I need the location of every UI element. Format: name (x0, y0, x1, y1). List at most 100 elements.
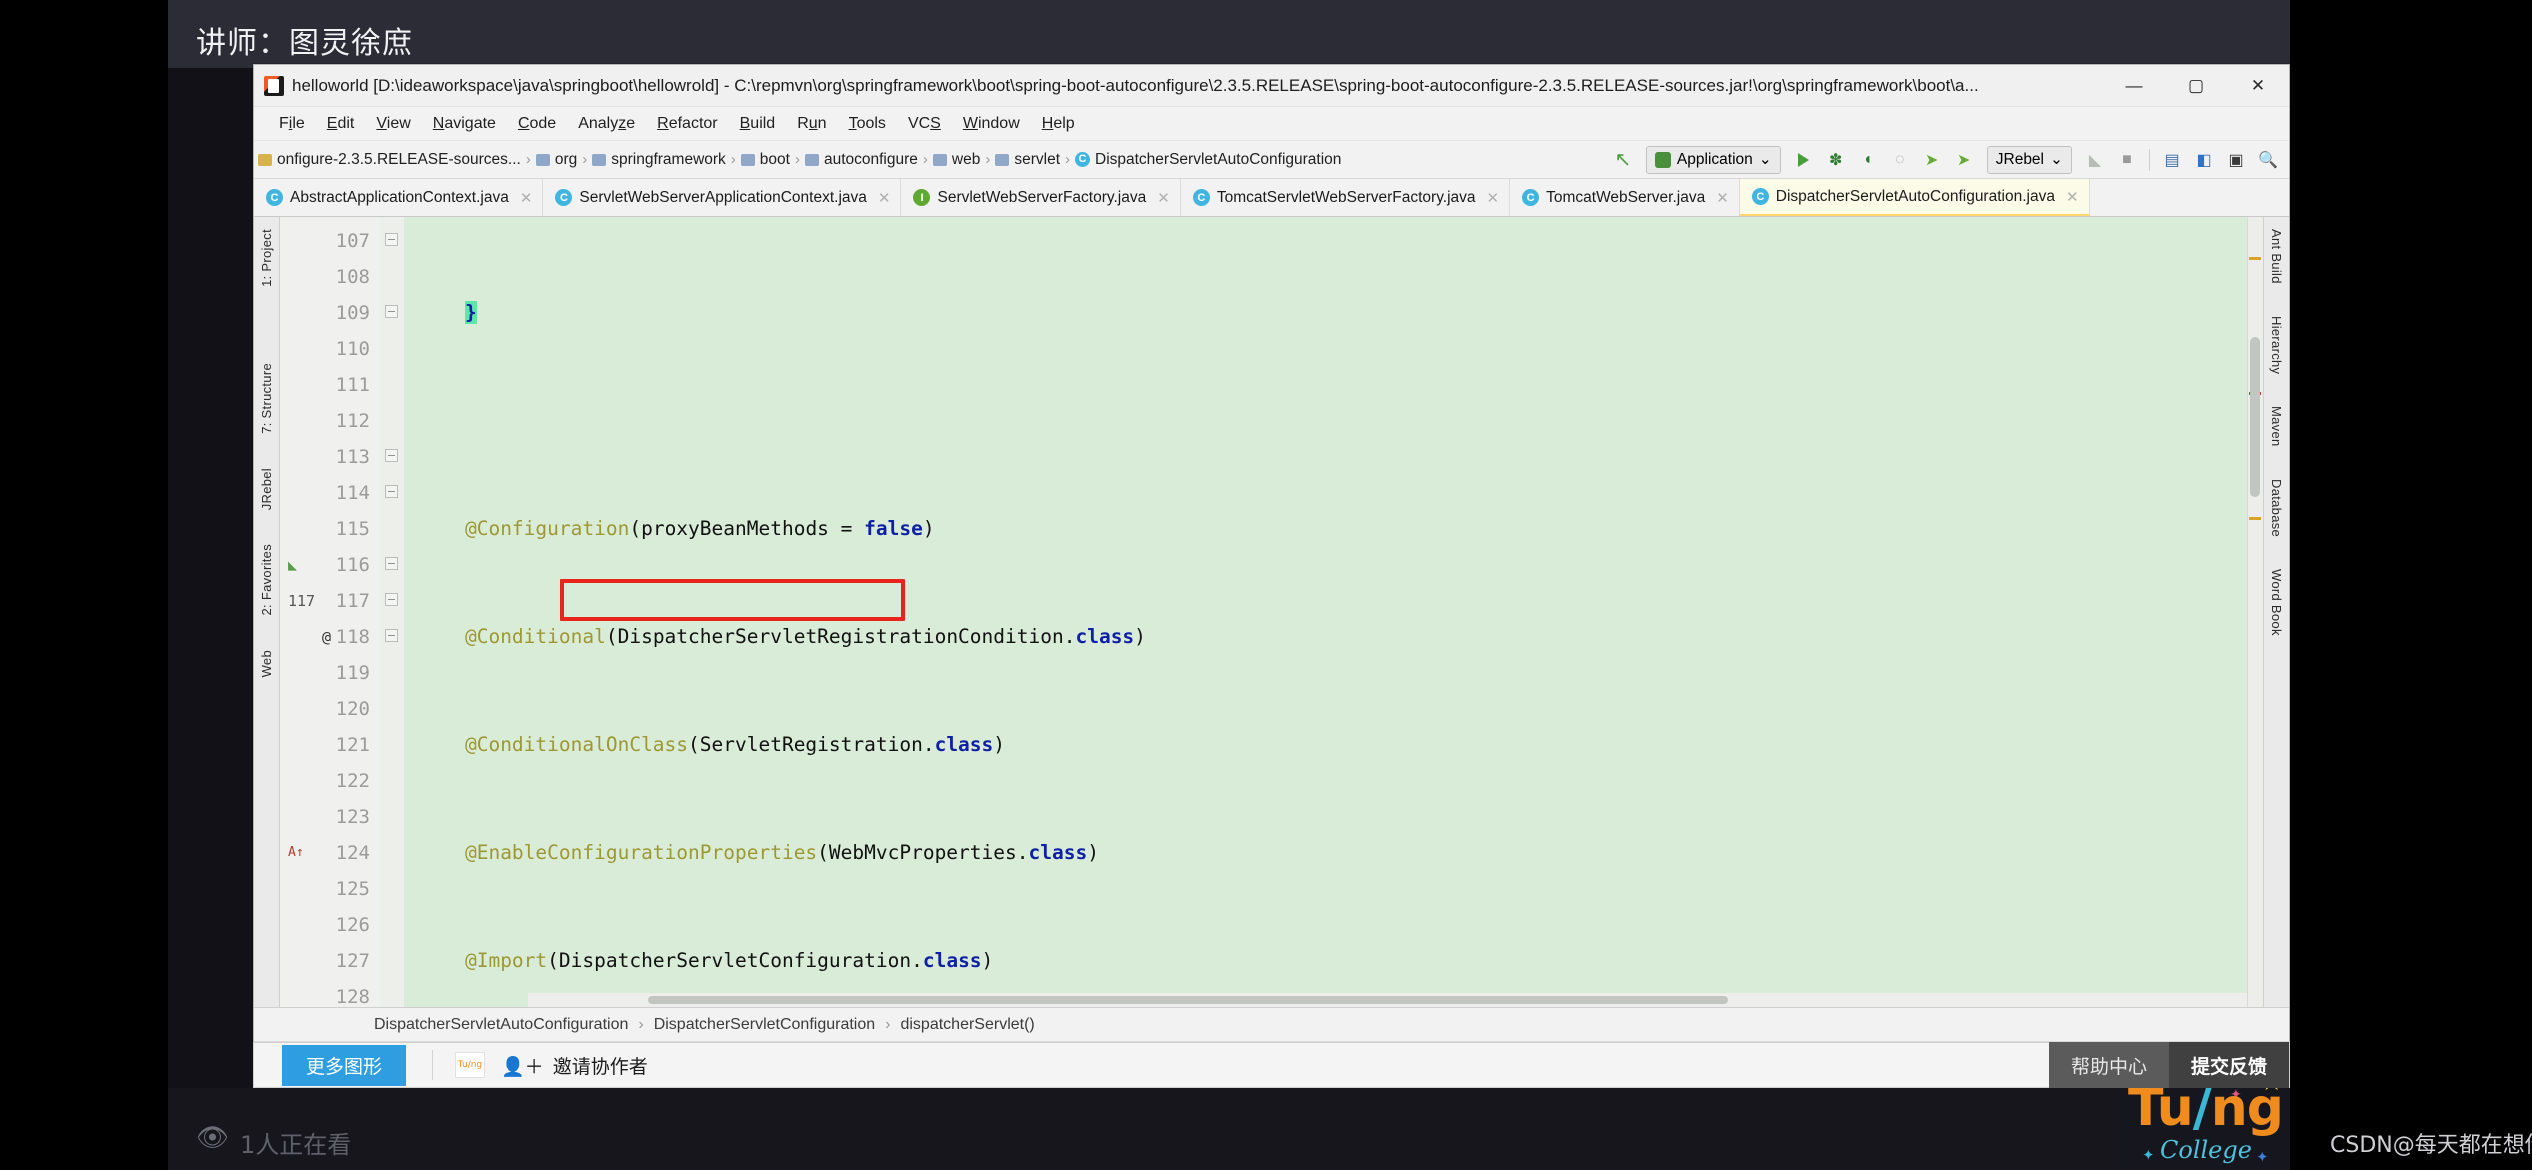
status-breadcrumb-item-class[interactable]: DispatcherServletAutoConfiguration (374, 1016, 628, 1034)
status-breadcrumb-item-inner-class[interactable]: DispatcherServletConfiguration (654, 1016, 875, 1034)
eye-icon: 👁 (196, 1122, 230, 1152)
horizontal-scrollbar-thumb[interactable] (648, 996, 1728, 1004)
sidebar-item-jrebel[interactable]: JRebel (259, 460, 274, 518)
viewer-count-label: 1人正在看 (240, 1131, 352, 1159)
breadcrumb-item-boot[interactable]: boot (740, 151, 790, 169)
stop-button[interactable]: ■ (2112, 146, 2142, 174)
sidebar-item-web[interactable]: Web (259, 642, 274, 685)
line-number: 127 (335, 950, 370, 972)
invite-collaborator-button[interactable]: 👤＋ 邀请协作者 (501, 1052, 648, 1079)
debug-button[interactable]: ✽ (1821, 146, 1851, 174)
project-structure-button[interactable]: ▤ (2157, 146, 2187, 174)
menu-code[interactable]: Code (507, 112, 567, 136)
jrebel-deploy-button[interactable]: ◣ (2080, 146, 2110, 174)
status-breadcrumb-item-method[interactable]: dispatcherServlet() (900, 1016, 1034, 1034)
breadcrumb-item-springframework[interactable]: springframework (592, 151, 726, 169)
breadcrumb-label: onfigure-2.3.5.RELEASE-sources... (277, 150, 521, 168)
breadcrumb-item-servlet[interactable]: servlet (995, 151, 1060, 169)
run-button[interactable] (1789, 146, 1819, 174)
sidebar-item-structure[interactable]: 7: Structure (259, 355, 274, 442)
sidebar-item-maven[interactable]: Maven (2269, 398, 2284, 455)
screen-root: 讲师：图灵徐庶 👁 1人正在看 CSDN@每天都在想你 ★ ✦ ✦ ✦ Tu/n… (0, 0, 2532, 1170)
close-icon[interactable]: ✕ (1157, 189, 1170, 207)
fold-handle[interactable] (385, 593, 398, 606)
menu-analyze[interactable]: Analyze (567, 112, 646, 136)
menu-run[interactable]: Run (786, 112, 837, 136)
tab-servlet-web-server-factory[interactable]: I ServletWebServerFactory.java ✕ (901, 179, 1181, 216)
vertical-scrollbar[interactable] (2247, 217, 2263, 1007)
tab-label: DispatcherServletAutoConfiguration.java (1775, 187, 2055, 205)
close-icon[interactable]: ✕ (1487, 189, 1500, 207)
jrebel-selector[interactable]: JRebel ⌄ (1986, 145, 2072, 174)
help-center-button[interactable]: 帮助中心 (2048, 1042, 2169, 1088)
submit-feedback-button[interactable]: 提交反馈 (2168, 1042, 2289, 1088)
minimize-button[interactable]: — (2103, 65, 2165, 107)
sidebar-item-project[interactable]: 1: Project (259, 221, 274, 295)
close-icon[interactable]: ✕ (878, 189, 891, 207)
inspection-warning-gutter-icon[interactable]: A↑ (288, 835, 304, 871)
menu-refactor[interactable]: Refactor (646, 112, 728, 136)
fold-handle[interactable] (385, 629, 398, 642)
sidebar-item-ant-build[interactable]: Ant Build (2269, 221, 2284, 292)
database-button[interactable]: ◧ (2189, 146, 2219, 174)
close-icon[interactable]: ✕ (520, 189, 533, 207)
fold-handle[interactable] (385, 449, 398, 462)
tab-dispatcher-servlet-auto-configuration[interactable]: C DispatcherServletAutoConfiguration.jav… (1739, 179, 2090, 216)
tab-label: AbstractApplicationContext.java (290, 188, 509, 206)
scrollbar-marker[interactable] (2249, 257, 2261, 260)
code-content[interactable]: } @Configuration(proxyBeanMethods = fals… (404, 217, 2263, 1007)
breadcrumb-item-autoconfigure[interactable]: autoconfigure (804, 151, 918, 169)
vertical-scrollbar-thumb[interactable] (2250, 337, 2260, 497)
sidebar-item-database[interactable]: Database (2269, 471, 2284, 545)
scrollbar-marker[interactable] (2249, 517, 2261, 520)
code-editor[interactable]: 107 108 109 110 111 112 113 114 115 ◣ 116… (280, 217, 2263, 1008)
status-breadcrumb: DispatcherServletAutoConfiguration › Dis… (254, 1007, 2289, 1041)
search-everywhere-button[interactable]: 🔍 (2253, 146, 2283, 174)
tab-servlet-web-server-application-context[interactable]: C ServletWebServerApplicationContext.jav… (543, 179, 902, 216)
sidebar-item-favorites[interactable]: 2: Favorites (259, 536, 274, 624)
horizontal-scrollbar[interactable] (528, 993, 2247, 1007)
menu-window[interactable]: Window (952, 112, 1031, 136)
jrebel-debug-button[interactable]: ➤ (1949, 146, 1979, 174)
fold-handle[interactable] (385, 233, 398, 246)
override-annotation-gutter-icon[interactable]: @ (322, 619, 331, 655)
fold-gutter[interactable] (380, 217, 404, 1007)
back-arrow-icon[interactable]: ↖ (1608, 146, 1638, 174)
tab-abstract-application-context[interactable]: C AbstractApplicationContext.java ✕ (254, 179, 544, 216)
close-icon[interactable]: ✕ (2066, 188, 2079, 206)
close-button[interactable]: ✕ (2227, 65, 2289, 107)
menu-tools[interactable]: Tools (838, 112, 897, 136)
spring-boot-icon (1654, 151, 1671, 168)
breadcrumb-item-root[interactable]: onfigure-2.3.5.RELEASE-sources... (258, 151, 521, 169)
tab-tomcat-web-server[interactable]: C TomcatWebServer.java ✕ (1510, 179, 1740, 216)
menu-view[interactable]: View (365, 112, 421, 136)
spring-bean-gutter-icon[interactable]: ◣ (288, 547, 297, 583)
breadcrumb-item-org[interactable]: org (535, 151, 577, 169)
tab-tomcat-servlet-web-server-factory[interactable]: C TomcatServletWebServerFactory.java ✕ (1180, 179, 1511, 216)
breadcrumb-item-web[interactable]: web (932, 151, 980, 169)
menu-navigate[interactable]: Navigate (422, 112, 507, 136)
menu-vcs[interactable]: VCS (897, 112, 952, 136)
fold-handle[interactable] (385, 485, 398, 498)
menu-build[interactable]: Build (729, 112, 787, 136)
close-icon[interactable]: ✕ (1716, 189, 1729, 207)
fold-handle[interactable] (385, 305, 398, 318)
run-with-coverage-button[interactable]: ◖ (1853, 146, 1883, 174)
terminal-button[interactable]: ▣ (2221, 146, 2251, 174)
run-configuration-selector[interactable]: Application ⌄ (1645, 145, 1781, 174)
menu-file[interactable]: File (268, 112, 316, 136)
folder-icon (592, 153, 607, 166)
menu-edit[interactable]: Edit (316, 112, 366, 136)
ide-body: 1: Project 7: Structure JRebel 2: Favori… (254, 217, 2289, 1008)
sidebar-item-hierarchy[interactable]: Hierarchy (2269, 308, 2284, 382)
menu-help[interactable]: Help (1031, 112, 1086, 136)
folder-icon (804, 153, 819, 166)
line-number: 123 (335, 806, 370, 828)
sidebar-item-word-book[interactable]: Word Book (2269, 561, 2284, 644)
maximize-button[interactable]: ▢ (2165, 65, 2227, 107)
jrebel-run-button[interactable]: ➤ (1917, 146, 1947, 174)
fold-handle[interactable] (385, 557, 398, 570)
more-shapes-button[interactable]: 更多图形 (282, 1044, 407, 1086)
breadcrumb-item-class[interactable]: C DispatcherServletAutoConfiguration (1075, 151, 1341, 169)
profile-button[interactable]: ◌ (1885, 146, 1915, 174)
